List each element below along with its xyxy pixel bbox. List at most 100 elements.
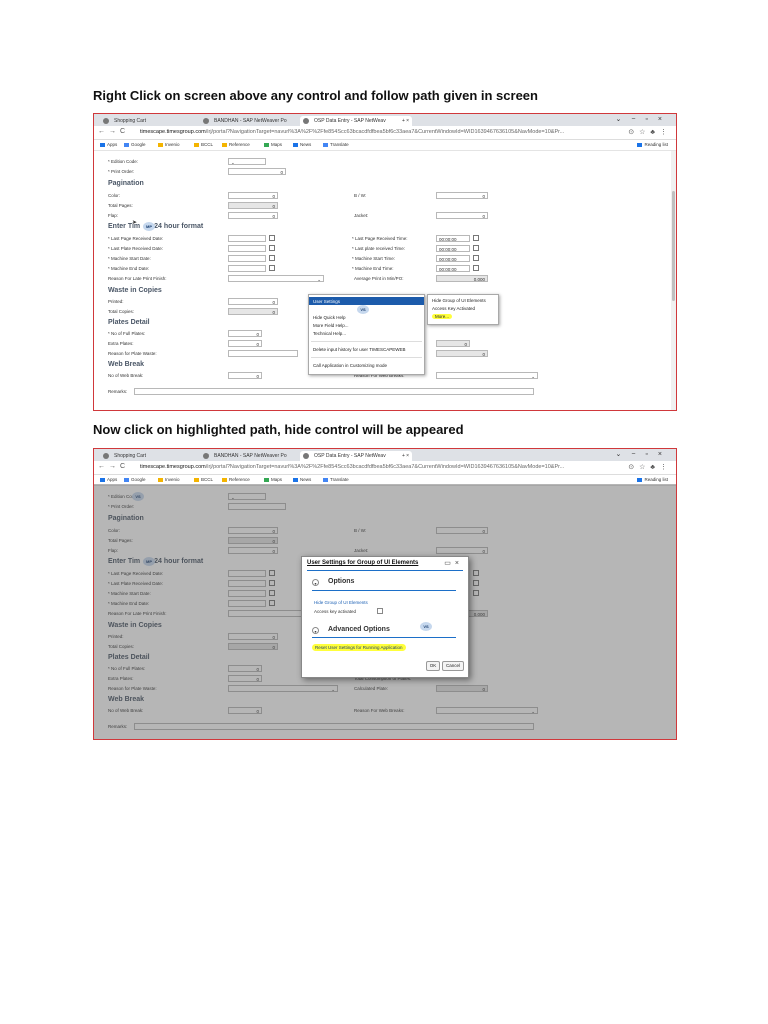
calendar-icon[interactable]: [269, 255, 275, 261]
tab-favicon-icon: [203, 453, 209, 459]
bookmark-news[interactable]: News: [293, 142, 311, 147]
reading-list[interactable]: Reading list: [637, 477, 668, 482]
machine-start-date-input[interactable]: [228, 255, 266, 262]
last-page-received-date-input[interactable]: [228, 235, 266, 242]
scrollbar-thumb[interactable]: [672, 191, 675, 301]
menu-item-delete-input-history[interactable]: Delete input history for user TIMESCAPEW…: [313, 347, 405, 352]
extension-icons[interactable]: ⊙☆♣⋮: [628, 463, 672, 471]
avatar: VS: [357, 305, 369, 314]
menu-item-label: User Settings: [313, 299, 341, 304]
dialog-window-controls[interactable]: ▭×: [444, 559, 463, 567]
submenu-hide-group[interactable]: Hide Group of UI Elements: [432, 298, 486, 303]
color-input[interactable]: 0: [228, 192, 278, 199]
bookmark-apps[interactable]: Apps: [100, 477, 117, 482]
menu-item-more-field-help[interactable]: More Field Help...: [313, 323, 349, 328]
new-tab-icon[interactable]: +: [402, 451, 412, 461]
clock-icon[interactable]: [473, 265, 479, 271]
reason-late-print-select[interactable]: ⌄: [228, 275, 324, 282]
last-plate-received-date-input[interactable]: [228, 245, 266, 252]
calendar-icon[interactable]: [269, 245, 275, 251]
url-field[interactable]: timescape.timesgroup.com/irj/portal?Navi…: [140, 129, 610, 135]
bw-label: B / W:: [354, 193, 367, 198]
calendar-icon[interactable]: [269, 265, 275, 271]
clock-icon[interactable]: [473, 245, 479, 251]
new-tab-icon[interactable]: +: [402, 116, 412, 126]
menu-item-technical-help[interactable]: Technical Help...: [313, 331, 346, 336]
last-plate-received-time-input[interactable]: 00:00:00: [436, 245, 470, 252]
bookmark-bccl[interactable]: BCCL: [194, 142, 213, 147]
clock-icon[interactable]: [473, 235, 479, 241]
cancel-button[interactable]: Cancel: [442, 661, 464, 671]
bookmark-maps[interactable]: Maps: [264, 142, 282, 147]
window-controls[interactable]: ⌄−▫×: [615, 450, 672, 458]
no-full-plates-input[interactable]: 0: [228, 330, 262, 337]
bw-input[interactable]: 0: [436, 192, 488, 199]
tab-shopping-cart[interactable]: Shopping Cart×: [100, 451, 212, 461]
average-print-input: 0.000: [436, 275, 488, 282]
nav-buttons-icon[interactable]: ←→C: [98, 463, 129, 470]
reason-plate-waste-select[interactable]: [228, 350, 298, 357]
bookmark-translate[interactable]: Translate: [323, 142, 349, 147]
tab-bandhan[interactable]: BANDHAN - SAP NetWeaver Po×: [200, 451, 312, 461]
bookmark-label: Invenio: [165, 142, 180, 147]
collapse-icon[interactable]: ▾: [312, 579, 319, 586]
menu-item-hide-quick-help[interactable]: Hide Quick Help: [313, 315, 346, 320]
dialog-divider: [307, 570, 463, 571]
access-key-checkbox[interactable]: [377, 608, 383, 614]
edition-code-select[interactable]: ⌄: [228, 158, 266, 165]
reason-web-break-select[interactable]: ⌄: [436, 372, 538, 379]
bookmark-google[interactable]: Google: [124, 142, 146, 147]
jacket-input[interactable]: 0: [436, 212, 488, 219]
bookmark-reference[interactable]: Reference: [222, 477, 250, 482]
nav-buttons-icon[interactable]: ←→C: [98, 128, 129, 135]
bookmark-google[interactable]: Google: [124, 477, 146, 482]
last-page-received-time-input[interactable]: 00:00:00: [436, 235, 470, 242]
bookmark-translate[interactable]: Translate: [323, 477, 349, 482]
access-key-label: Access key activated: [314, 609, 357, 614]
submenu-access-key[interactable]: Access Key Activated: [432, 306, 475, 311]
bookmarks-bar: Apps Google Invenio BCCL Reference Maps …: [94, 140, 676, 151]
flap-input[interactable]: 0: [228, 212, 278, 219]
machine-end-date-input[interactable]: [228, 265, 266, 272]
menu-item-call-customizing[interactable]: Call Application in Customizing mode: [313, 363, 387, 368]
tab-shopping-cart[interactable]: Shopping Cart×: [100, 116, 212, 126]
collapse-icon[interactable]: ▾: [312, 627, 319, 634]
extra-plates-input[interactable]: 0: [228, 340, 262, 347]
calendar-icon[interactable]: [269, 235, 275, 241]
tab-bandhan[interactable]: BANDHAN - SAP NetWeaver Po×: [200, 116, 312, 126]
user-settings-dialog: User Settings for Group of UI Elements ▭…: [301, 556, 469, 678]
bookmark-bccl[interactable]: BCCL: [194, 477, 213, 482]
machine-end-time-label: * Machine End Time:: [352, 266, 394, 271]
reading-list[interactable]: Reading list: [637, 142, 668, 147]
machine-start-time-input[interactable]: 00:00:00: [436, 255, 470, 262]
window-controls[interactable]: ⌄−▫×: [615, 115, 672, 123]
no-web-break-input[interactable]: 0: [228, 372, 262, 379]
enter-time-heading: Enter Tim 24 hour format: [108, 223, 203, 230]
scrollbar[interactable]: [671, 151, 676, 410]
edition-code-label: * Edition Code:: [108, 159, 139, 164]
ok-button[interactable]: OK: [426, 661, 440, 671]
submenu-more[interactable]: More...: [432, 314, 453, 319]
url-path: /irj/portal?NavigationTarget=navurl%3A%2…: [205, 129, 565, 135]
bookmark-maps[interactable]: Maps: [264, 477, 282, 482]
bookmark-invenio[interactable]: Invenio: [158, 477, 180, 482]
tab-osp-data-entry[interactable]: OSP Data Entry - SAP NetWeav ×: [300, 116, 412, 126]
hide-group-link[interactable]: Hide Group of UI Elements: [314, 600, 368, 605]
bookmark-news[interactable]: News: [293, 477, 311, 482]
bookmark-apps[interactable]: Apps: [100, 142, 117, 147]
extension-icons[interactable]: ⊙☆♣⋮: [628, 128, 672, 136]
printed-input[interactable]: 0: [228, 298, 278, 305]
remarks-input[interactable]: [134, 388, 534, 395]
machine-end-time-input[interactable]: 00:00:00: [436, 265, 470, 272]
tab-osp-data-entry[interactable]: OSP Data Entry - SAP NetWeav ×: [300, 451, 412, 461]
url-field[interactable]: timescape.timesgroup.com/irj/portal?Navi…: [140, 464, 610, 470]
clock-icon[interactable]: [473, 255, 479, 261]
enter-time-right: 24 hour format: [154, 223, 204, 230]
bookmark-label: Translate: [330, 477, 349, 482]
reset-user-settings-link[interactable]: Reset User Settings for Running Applicat…: [312, 644, 406, 651]
bookmark-invenio[interactable]: Invenio: [158, 142, 180, 147]
print-order-input[interactable]: 0: [228, 168, 286, 175]
bookmark-reference[interactable]: Reference: [222, 142, 250, 147]
menu-item-user-settings[interactable]: User Settings: [309, 297, 424, 305]
bookmark-label: Google: [131, 477, 146, 482]
